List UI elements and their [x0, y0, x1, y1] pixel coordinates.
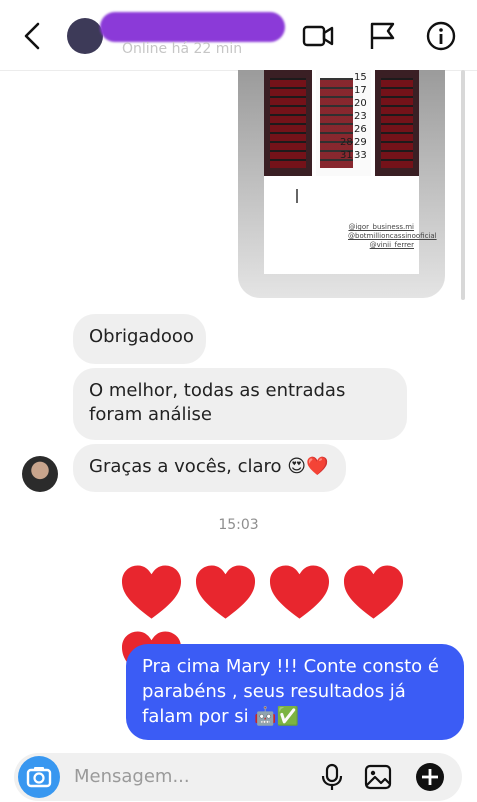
hearts-message[interactable] [120, 562, 465, 685]
roulette-number: 15 [354, 72, 367, 83]
story-handle: @botmillioncassinooficial [348, 232, 437, 240]
story-handles: @igor_business.mi @botmillioncassinoofic… [348, 223, 437, 250]
gallery-icon[interactable] [362, 761, 394, 793]
contact-name-redacted[interactable] [100, 12, 285, 42]
add-icon[interactable] [414, 761, 446, 793]
contact-avatar[interactable] [67, 18, 103, 54]
camera-icon [26, 767, 52, 788]
roulette-number: 31 [340, 150, 353, 161]
roulette-number: 20 [354, 98, 367, 109]
chat-header: Online há 22 min [0, 0, 477, 71]
incoming-message[interactable]: O melhor, todas as entradas foram anális… [73, 368, 407, 440]
message-composer: Mensagem... [14, 753, 462, 801]
incoming-message[interactable]: Obrigadooo [73, 314, 206, 364]
heart-icon [121, 565, 182, 619]
roulette-screenshot: 15 17 20 23 26 28 29 31 33 [316, 70, 371, 176]
story-handle: @igor_business.mi [348, 223, 414, 231]
video-call-icon[interactable] [300, 18, 336, 54]
roulette-number: 33 [354, 150, 367, 161]
roulette-screenshot [264, 70, 312, 176]
roulette-number: 29 [354, 137, 367, 148]
camera-button[interactable] [18, 756, 60, 798]
message-input[interactable]: Mensagem... [74, 766, 190, 787]
microphone-icon[interactable] [316, 761, 348, 793]
story-card: 15 17 20 23 26 28 29 31 33 @igor_busines… [264, 70, 437, 274]
online-status: Online há 22 min [122, 41, 243, 57]
heart-icon [344, 565, 404, 619]
roulette-number: 28 [340, 137, 353, 148]
story-handle: @vinii_ferrer [369, 241, 414, 249]
roulette-number: 23 [354, 111, 367, 122]
info-icon[interactable] [423, 18, 459, 54]
shared-story-preview[interactable]: 15 17 20 23 26 28 29 31 33 @igor_busines… [238, 70, 445, 298]
scrollbar[interactable] [461, 70, 465, 300]
sender-avatar[interactable] [22, 456, 58, 492]
heart-icon [196, 565, 256, 619]
roulette-number: 17 [354, 85, 367, 96]
outgoing-message[interactable]: Pra cima Mary !!! Conte consto é parabén… [126, 644, 464, 740]
back-icon[interactable] [18, 20, 46, 52]
message-timestamp: 15:03 [218, 517, 259, 533]
text-cursor [296, 189, 298, 203]
flag-icon[interactable] [364, 18, 400, 54]
roulette-number: 26 [354, 124, 367, 135]
roulette-screenshot [375, 70, 419, 176]
heart-icon [270, 565, 330, 619]
incoming-message[interactable]: Graças a vocês, claro 😍❤️ [73, 444, 346, 492]
